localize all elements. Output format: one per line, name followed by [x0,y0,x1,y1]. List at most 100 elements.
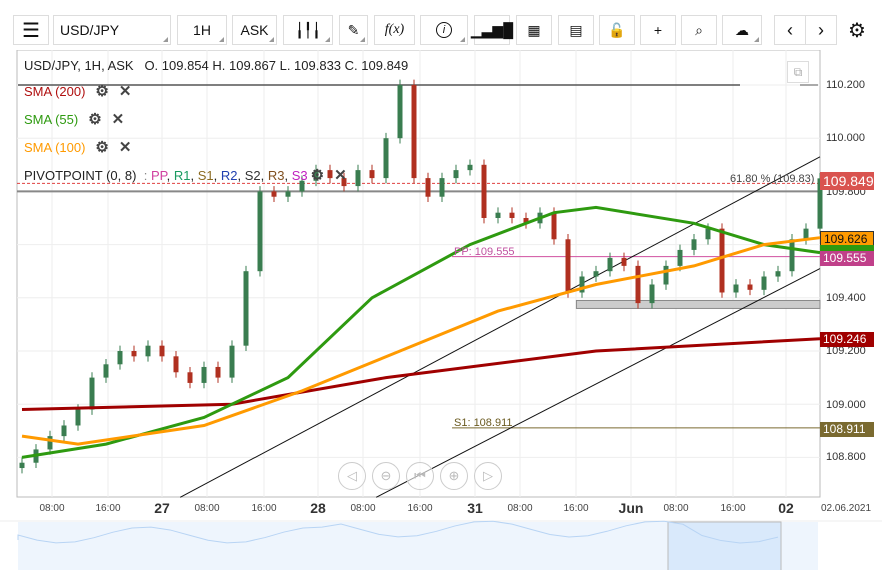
candle-body [439,178,445,197]
candle-body [733,284,739,293]
symbol-summary: USD/JPY, 1H, ASK [24,58,134,73]
candle-body [691,239,697,250]
indicators-button[interactable]: f(x) [374,15,415,45]
time-tick: 16:00 [251,503,277,514]
last-price-badge: 109.849 [820,172,874,190]
candle-body [145,345,151,357]
time-tick: 08:00 [663,503,689,514]
price-tick: 110.200 [826,79,865,91]
candle-body [621,257,627,266]
lock-button[interactable]: 🔓 [599,15,635,45]
candle-body [187,372,193,383]
candle-body [789,239,795,272]
candle-body [47,436,53,450]
settings-button[interactable]: ⚙ [843,15,871,45]
r1-label: R1 [173,168,191,183]
fib-label: 61.80 % (109.83) [730,173,815,185]
close-icon[interactable]: ✕ [112,111,125,128]
navigator-window [667,521,782,570]
calendar-button[interactable]: ▦ [516,15,552,45]
candle-body [229,345,235,378]
time-tick: 31 [467,500,483,516]
time-tick: 16:00 [95,503,121,514]
candle-body [117,351,123,365]
gear-icon[interactable]: ⚙ [311,167,324,184]
close-icon[interactable]: ✕ [334,167,347,184]
popout-button[interactable]: ⧉ [787,61,809,83]
candle-body [411,85,417,179]
zoom-out-button[interactable]: ⊖ [372,462,400,490]
zoom-in-button[interactable]: ⊕ [440,462,468,490]
candle-body [243,271,249,346]
price-type-select[interactable]: ASK [232,15,277,45]
price-chart[interactable] [0,50,882,570]
time-tick: 08:00 [194,503,220,514]
candle-body [201,366,207,383]
draw-button[interactable]: ✎ [339,15,368,45]
candle-body [397,85,403,139]
candle-body [551,212,557,240]
time-tick: 02 [778,500,794,516]
pencil-icon: ✎ [347,21,360,38]
candle-body [103,364,109,378]
pp-label: PP [150,168,167,183]
zoom-chart-button[interactable]: ⌕ [681,15,717,45]
scroll-right-button[interactable]: › [805,15,837,45]
pp-badge: 109.555 [820,251,874,266]
reset-button[interactable]: ⏮ [406,462,434,490]
chart-type-button[interactable]: ╽╿╽ [283,15,333,45]
time-tick: 08:00 [39,503,65,514]
candle-body [607,257,613,272]
info-button[interactable]: i [420,15,468,45]
candle-body [509,212,515,218]
volume-button[interactable]: ▁▃▆█ [471,15,513,45]
candle-body [271,191,277,197]
price-type-value: ASK [240,22,269,38]
indicator-label: PIVOTPOINT (0, 8) [24,168,137,183]
candle-body [705,228,711,240]
candle-body [719,228,725,293]
chevron-right-icon: › [818,19,824,40]
gear-icon[interactable]: ⚙ [95,139,108,156]
symbol-value: USD/JPY [60,22,120,38]
interval-select[interactable]: 1H [177,15,227,45]
search-icon: ⌕ [695,21,703,38]
candle-body [495,212,501,218]
candle-body [61,425,67,437]
chevron-left-icon: ‹ [787,19,793,40]
candle-body [173,356,179,373]
symbol-select[interactable]: USD/JPY [53,15,171,45]
indicator-label: SMA (100) [24,140,86,155]
date-label: 02.06.2021 [820,503,872,514]
indicator-pivotpoint: PIVOTPOINT (0, 8) : PP, R1, S1, R2, S2, … [24,167,347,184]
candle-body [649,284,655,304]
indicator-sma-100: SMA (100) ⚙ ✕ [24,138,131,156]
crosshair-button[interactable]: + [640,15,676,45]
candle-body [635,265,641,304]
price-zone [575,299,821,309]
pp-level-label: PP: 109.555 [454,246,515,258]
pan-right-button[interactable]: ▷ [474,462,502,490]
time-tick: 08:00 [350,503,376,514]
close-icon[interactable]: ✕ [119,139,132,156]
gear-icon[interactable]: ⚙ [88,111,101,128]
s1-label: S1 [197,168,214,183]
ohlc-values: O. 109.854 H. 109.867 L. 109.833 C. 109.… [144,58,409,73]
candle-body [257,191,263,272]
export-button[interactable]: ☁ [722,15,762,45]
s1-level-label: S1: 108.911 [454,417,513,429]
news-button[interactable]: ▤ [558,15,594,45]
menu-button[interactable]: ☰ [13,15,49,45]
time-tick: 16:00 [563,503,589,514]
time-tick: 16:00 [720,503,746,514]
candle-body [75,409,81,426]
scroll-left-button[interactable]: ‹ [774,15,806,45]
pan-left-button[interactable]: ◁ [338,462,366,490]
close-icon[interactable]: ✕ [119,83,132,100]
candle-body [565,239,571,293]
gear-icon[interactable]: ⚙ [95,83,108,100]
candle-body [285,191,291,197]
candle-body [593,271,599,277]
candle-body [131,351,137,357]
zoom-out-icon: ⊖ [380,468,392,483]
